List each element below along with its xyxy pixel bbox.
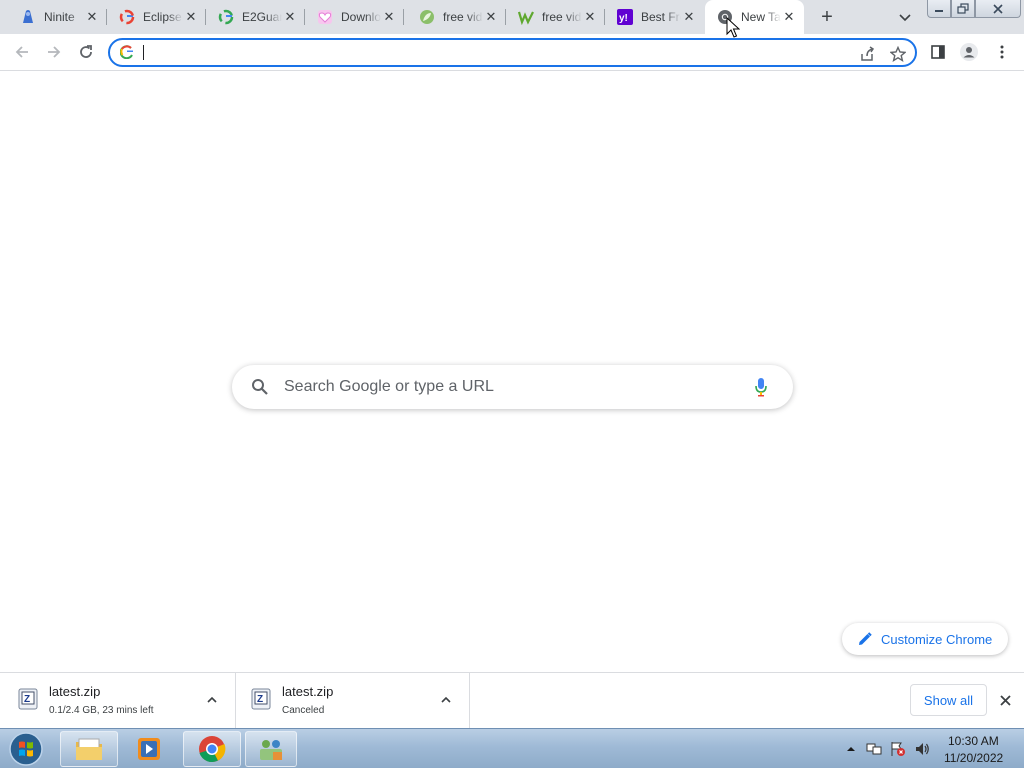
tab-close-icon[interactable]: ✕ (382, 10, 396, 24)
close-window-button[interactable] (975, 0, 1021, 18)
google-g-icon (119, 45, 134, 60)
start-button[interactable] (6, 731, 46, 767)
download-filename: latest.zip (49, 684, 101, 699)
reload-icon[interactable] (76, 42, 96, 62)
windows-taskbar: 10:30 AM 11/20/2022 (0, 728, 1024, 768)
tab-title: E2Guardian (242, 10, 282, 24)
tab-close-icon[interactable]: ✕ (583, 10, 597, 24)
tab-close-icon[interactable]: ✕ (283, 10, 297, 24)
back-arrow-icon[interactable] (12, 42, 32, 62)
ninite-icon (20, 9, 36, 25)
clock-time[interactable]: 10:30 AM (948, 734, 999, 748)
tab-best-free[interactable]: y! Best Free ✕ (605, 0, 704, 34)
zip-file-icon: Z (18, 688, 38, 710)
tab-title: New Tab (741, 10, 781, 24)
chevron-up-icon[interactable] (439, 693, 453, 707)
chrome-icon[interactable] (183, 731, 241, 767)
action-center-flag-icon[interactable] (890, 741, 906, 757)
side-panel-icon[interactable] (928, 42, 948, 62)
tab-title: Eclipse (143, 10, 182, 24)
new-tab-page: Search Google or type a URL Customize Ch… (0, 72, 1024, 672)
bookmark-star-icon[interactable] (889, 45, 907, 63)
share-icon[interactable] (858, 45, 876, 63)
tab-close-icon[interactable]: ✕ (682, 10, 696, 24)
new-tab-button[interactable]: + (816, 6, 838, 28)
svg-text:y!: y! (619, 13, 628, 24)
network-icon[interactable] (866, 741, 882, 757)
tab-strip: Ninite ✕ Eclipse ✕ E2Guardian ✕ Download (0, 0, 1024, 34)
tab-title: free video (443, 10, 483, 24)
customize-chrome-label: Customize Chrome (881, 631, 993, 647)
search-icon (251, 378, 269, 396)
tab-close-icon[interactable]: ✕ (85, 10, 99, 24)
screen: Ninite ✕ Eclipse ✕ E2Guardian ✕ Download (0, 0, 1024, 768)
tab-close-icon[interactable]: ✕ (184, 10, 198, 24)
microphone-icon[interactable] (754, 377, 768, 397)
tab-eclipse[interactable]: Eclipse ✕ (107, 0, 206, 34)
close-icon[interactable] (998, 693, 1013, 708)
chevron-up-icon[interactable] (205, 693, 219, 707)
download-shelf: Z latest.zip 0.1/2.4 GB, 23 mins left Z … (0, 672, 1024, 729)
tab-free-video-1[interactable]: free video ✕ (407, 0, 506, 34)
leaf-icon (419, 9, 435, 25)
zip-file-icon: Z (251, 688, 271, 710)
volume-icon[interactable] (914, 741, 930, 757)
tab-close-icon[interactable]: ✕ (484, 10, 498, 24)
tab-e2guardian[interactable]: E2Guardian ✕ (206, 0, 305, 34)
tab-free-video-2[interactable]: free video ✕ (506, 0, 605, 34)
show-all-button[interactable]: Show all (910, 684, 987, 716)
network-app-icon[interactable] (245, 731, 297, 767)
download-filename: latest.zip (282, 684, 334, 699)
minimize-button[interactable] (927, 0, 951, 18)
kebab-menu-icon[interactable] (992, 42, 1012, 62)
text-caret (143, 45, 144, 60)
svg-text:Z: Z (257, 694, 263, 705)
address-input[interactable] (142, 43, 842, 62)
search-placeholder: Search Google or type a URL (284, 378, 494, 395)
tab-search-chevron-icon[interactable] (896, 8, 914, 26)
tab-title: free video (542, 10, 582, 24)
file-explorer-icon[interactable] (60, 731, 118, 767)
svg-text:Z: Z (24, 694, 30, 705)
media-player-icon[interactable] (120, 731, 178, 767)
tab-separator (403, 9, 404, 25)
tab-ninite[interactable]: Ninite ✕ (8, 0, 107, 34)
tab-title: Best Free (641, 10, 681, 24)
browser-toolbar (0, 34, 1024, 71)
download-status: Canceled (282, 705, 325, 716)
tab-close-icon[interactable]: ✕ (782, 10, 796, 24)
pencil-icon (858, 632, 872, 646)
forward-arrow-icon[interactable] (44, 42, 64, 62)
show-hidden-icons-icon[interactable] (843, 741, 859, 757)
customize-chrome-button[interactable]: Customize Chrome (842, 623, 1008, 655)
download-item[interactable]: Z latest.zip 0.1/2.4 GB, 23 mins left (0, 673, 236, 729)
google-icon (119, 9, 135, 25)
restore-button[interactable] (951, 0, 975, 18)
clock-date[interactable]: 11/20/2022 (944, 751, 1003, 765)
tab-download[interactable]: Download ✕ (305, 0, 404, 34)
google-search-box[interactable]: Search Google or type a URL (232, 365, 793, 409)
tab-title: Ninite (44, 10, 75, 24)
google-icon (218, 9, 234, 25)
mouse-cursor-icon (726, 17, 740, 38)
w-icon (518, 9, 534, 25)
download-status: 0.1/2.4 GB, 23 mins left (49, 705, 154, 716)
yahoo-icon: y! (617, 9, 633, 25)
tab-title: Download (341, 10, 381, 24)
address-bar[interactable] (108, 38, 917, 67)
profile-avatar-icon[interactable] (959, 42, 979, 62)
tab-new-tab[interactable]: New Tab ✕ (705, 0, 804, 34)
download-item[interactable]: Z latest.zip Canceled (236, 673, 470, 729)
heart-icon (317, 9, 333, 25)
